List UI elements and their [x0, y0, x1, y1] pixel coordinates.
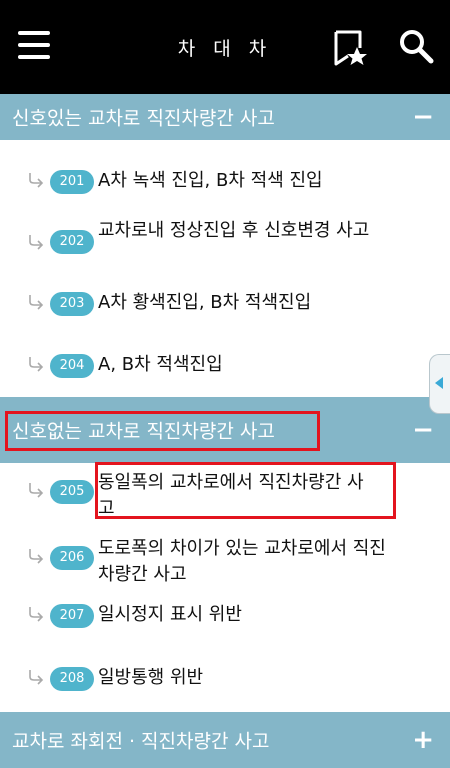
list-item-207[interactable]: 207 일시정지 표시 위반	[0, 602, 430, 632]
item-code-badge: 203	[50, 292, 94, 316]
item-code-badge: 208	[50, 667, 94, 691]
section-title: 신호있는 교차로 직진차량간 사고	[12, 107, 275, 130]
item-code-badge: 201	[50, 170, 94, 194]
list-item-203[interactable]: 203 A차 황색진입, B차 적색진입	[0, 290, 430, 320]
sub-arrow-icon	[29, 173, 44, 188]
sub-arrow-icon	[29, 483, 44, 498]
list-item-201[interactable]: 201 A차 녹색 진입, B차 적색 진입	[0, 168, 430, 198]
list-item-205[interactable]: 205 동일폭의 교차로에서 직진차량간 사고	[0, 470, 430, 526]
item-text: 교차로내 정상진입 후 신호변경 사고	[98, 220, 370, 241]
item-text: A, B차 적색진입	[98, 354, 223, 375]
sub-arrow-icon	[29, 549, 44, 564]
sub-arrow-icon	[29, 235, 44, 250]
bookmark-star-icon[interactable]	[332, 30, 368, 66]
sub-arrow-icon	[29, 295, 44, 310]
item-code-badge: 205	[50, 480, 94, 504]
item-text: 일시정지 표시 위반	[98, 604, 242, 625]
collapse-icon[interactable]: −	[412, 104, 434, 130]
item-code-badge: 204	[50, 354, 94, 378]
item-text: A차 황색진입, B차 적색진입	[98, 292, 312, 313]
list-item-206[interactable]: 206 도로폭의 차이가 있는 교차로에서 직진차량간 사고	[0, 536, 430, 592]
side-drawer-tab[interactable]	[429, 354, 450, 414]
item-text: 도로폭의 차이가 있는 교차로에서 직진차량간 사고	[98, 538, 386, 585]
section-title: 신호없는 교차로 직진차량간 사고	[12, 420, 275, 443]
list-item-208[interactable]: 208 일방통행 위반	[0, 665, 430, 695]
item-code-badge: 207	[50, 604, 94, 628]
item-text: A차 녹색 진입, B차 적색 진입	[98, 170, 323, 191]
item-code-badge: 206	[50, 546, 94, 570]
section-header-signal-intersection[interactable]: 신호있는 교차로 직진차량간 사고 −	[0, 94, 450, 140]
top-bar: 차 대 차	[0, 0, 450, 94]
section-header-no-signal-intersection[interactable]: 신호없는 교차로 직진차량간 사고 −	[0, 397, 450, 463]
expand-icon[interactable]: +	[412, 727, 434, 753]
section-header-left-turn[interactable]: 교차로 좌회전 · 직진차량간 사고 +	[0, 712, 450, 768]
collapse-icon[interactable]: −	[412, 417, 434, 443]
item-text: 일방통행 위반	[98, 667, 204, 688]
item-text: 동일폭의 교차로에서 직진차량간 사고	[98, 472, 364, 519]
sub-arrow-icon	[29, 607, 44, 622]
section-title: 교차로 좌회전 · 직진차량간 사고	[12, 730, 270, 753]
list-item-202[interactable]: 202 교차로내 정상진입 후 신호변경 사고	[0, 218, 430, 274]
chevron-left-icon	[435, 377, 443, 389]
page-title: 차 대 차	[177, 38, 273, 60]
item-code-badge: 202	[50, 230, 94, 254]
list-item-204[interactable]: 204 A, B차 적색진입	[0, 352, 430, 382]
sub-arrow-icon	[29, 357, 44, 372]
sub-arrow-icon	[29, 670, 44, 685]
search-icon[interactable]	[398, 28, 434, 64]
